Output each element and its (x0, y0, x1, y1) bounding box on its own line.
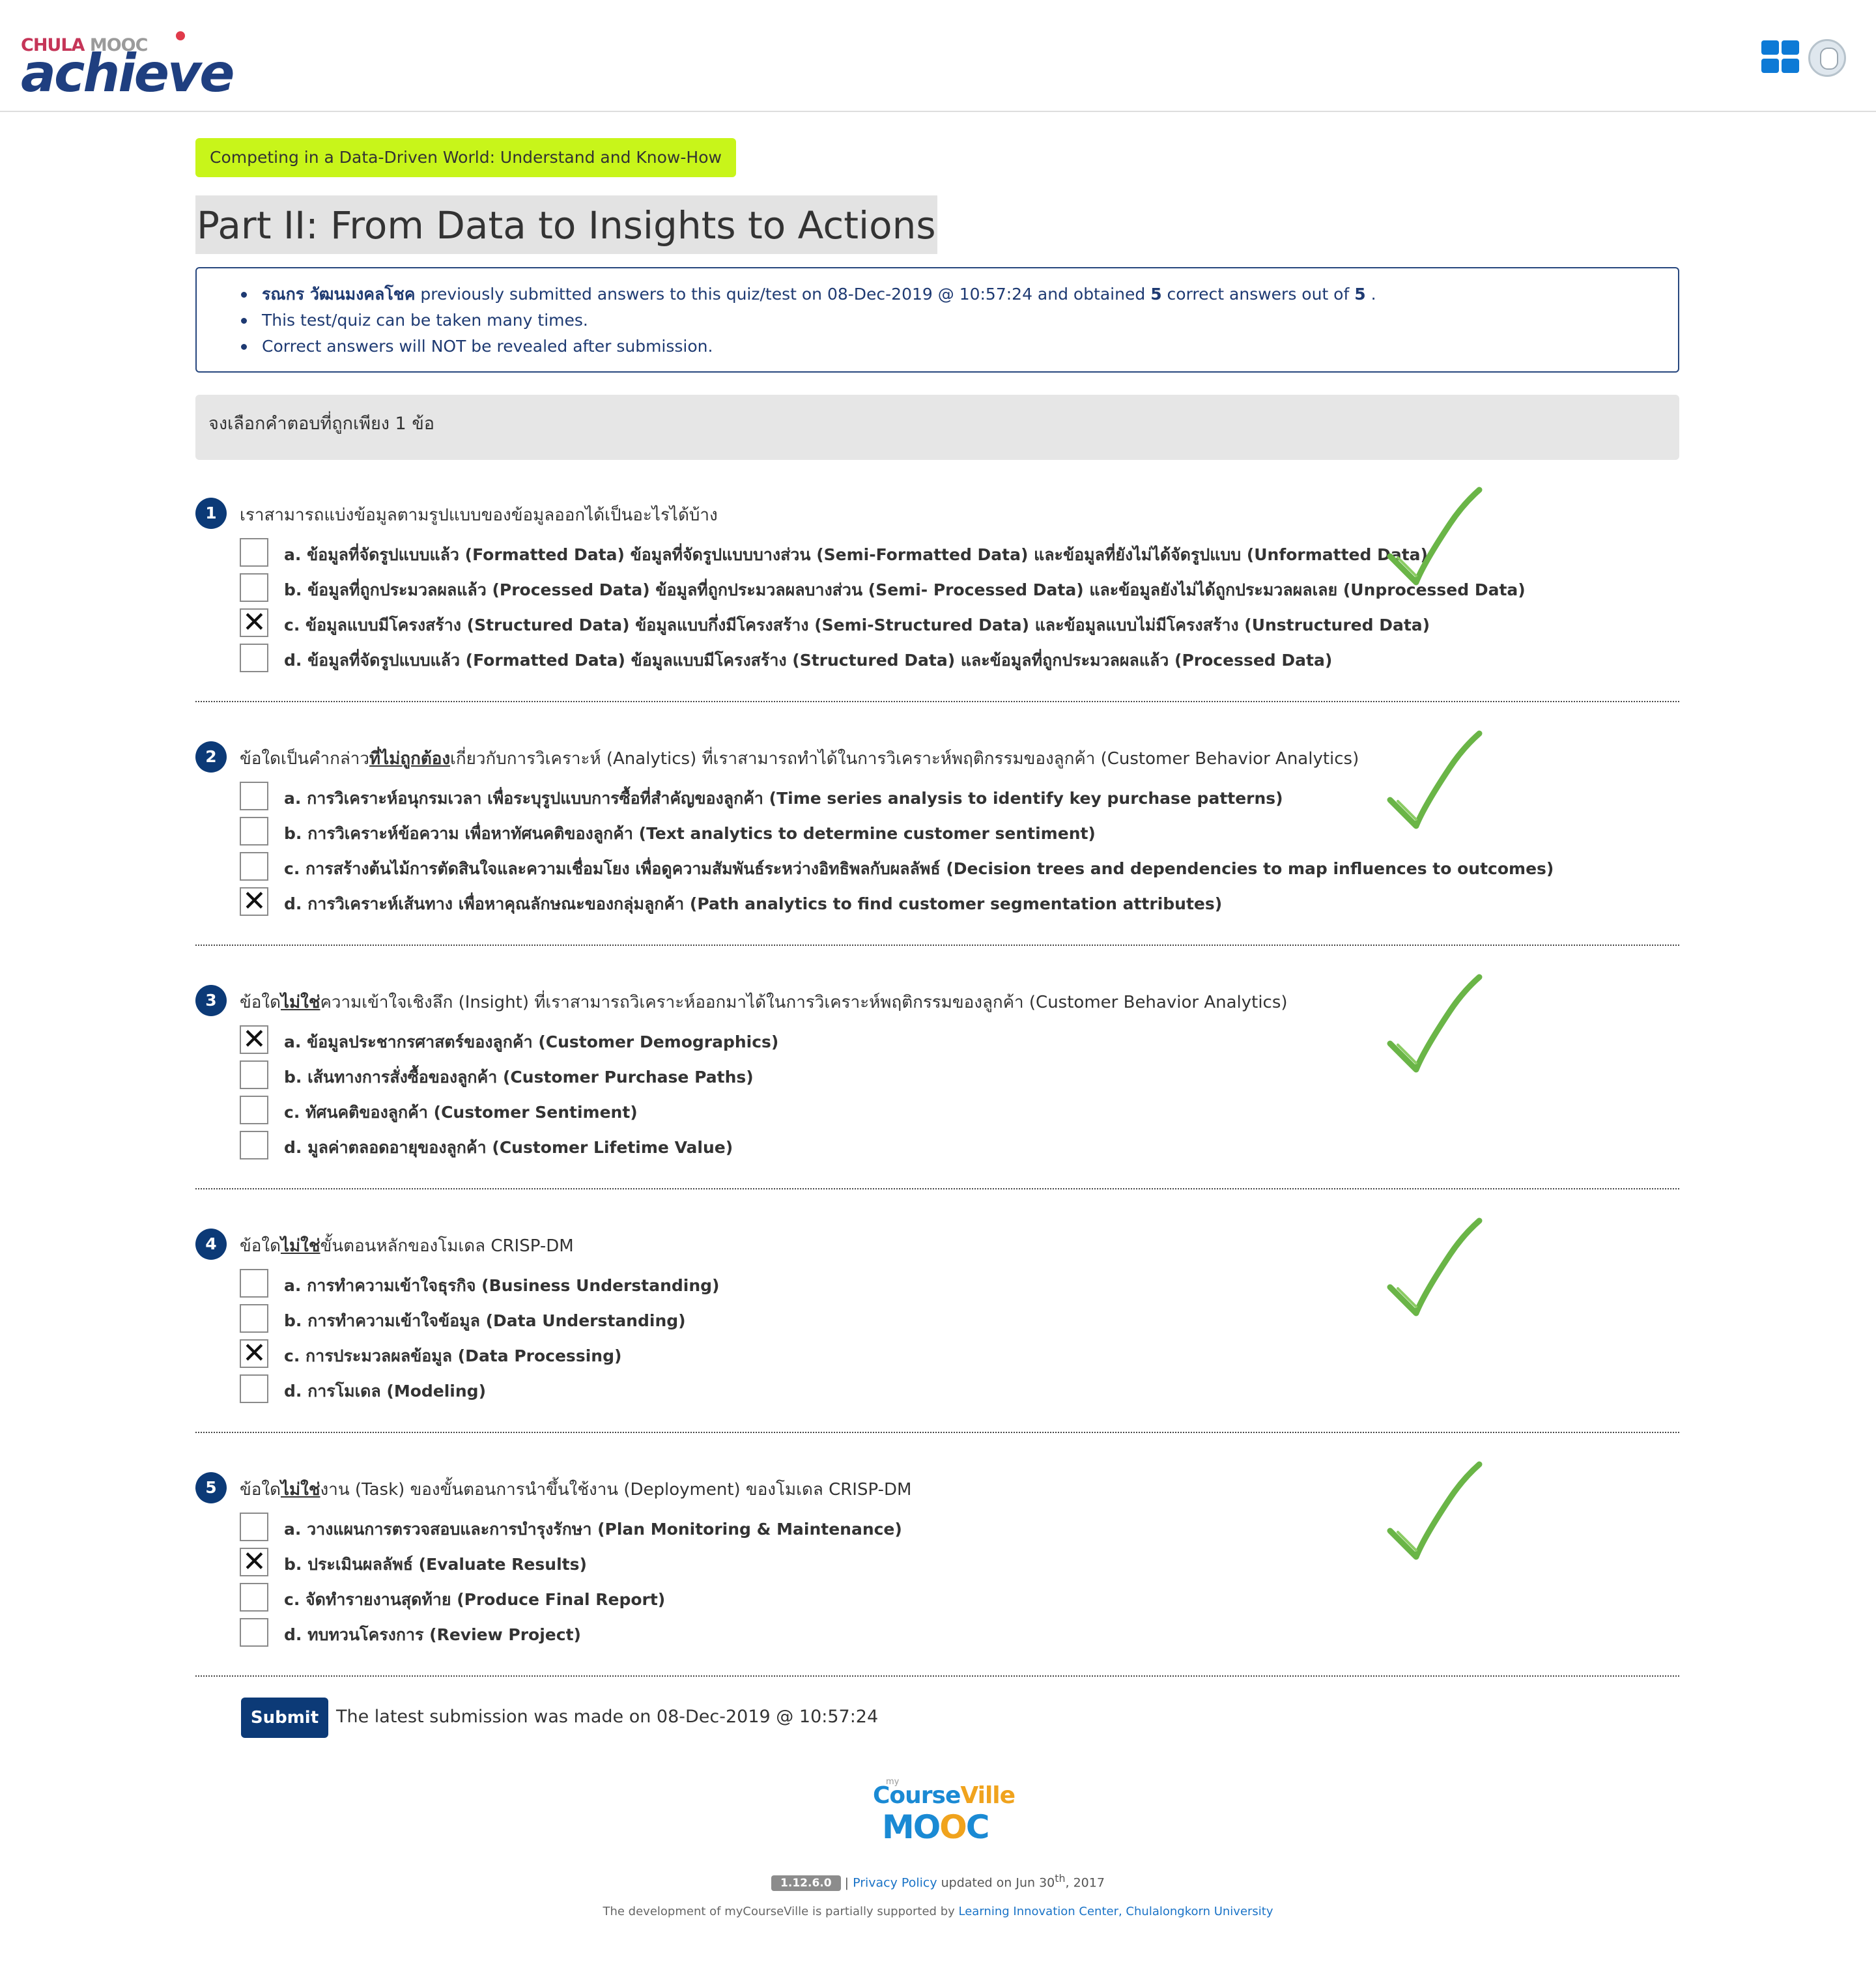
question-divider (195, 1188, 1679, 1189)
answer-choice-label: a. วางแผนการตรวจสอบและการบำรุงรักษา (Pla… (284, 1520, 902, 1539)
checkbox[interactable] (240, 1060, 268, 1089)
checkbox[interactable] (240, 1618, 268, 1647)
x-mark-icon: ✕ (242, 1337, 266, 1370)
question-number-badge: 4 (195, 1229, 227, 1260)
checkbox[interactable] (240, 817, 268, 846)
answer-choice-label: c. การสร้างต้นไม้การตัดสินใจและความเชื่อ… (284, 859, 1554, 878)
footer-support-line: The development of myCourseVille is part… (603, 1905, 1273, 1918)
submit-button[interactable]: Submit (241, 1698, 328, 1738)
x-mark-icon: ✕ (242, 1023, 266, 1056)
question-emphasis: ไม่ใช่ (280, 993, 320, 1012)
version-badge: 1.12.6.0 (771, 1875, 841, 1892)
answer-choice-label: d. ข้อมูลที่จัดรูปแบบแล้ว (Formatted Dat… (284, 651, 1333, 670)
answer-choice-label: b. ประเมินผลลัพธ์ (Evaluate Results) (284, 1555, 587, 1574)
correct-checkmark-icon (1385, 972, 1483, 1083)
info-line-previous-submission: รณกร วัฒนมงคลโชค previously submitted an… (241, 281, 1678, 307)
question-number-badge: 5 (195, 1472, 227, 1503)
top-navbar: CHULA MOOC achieve (0, 0, 1876, 112)
answer-choice-label: a. การทำความเข้าใจธุรกิจ (Business Under… (284, 1276, 720, 1295)
answer-choice-label: c. จัดทำรายงานสุดท้าย (Produce Final Rep… (284, 1590, 666, 1609)
quiz-instruction: จงเลือกคำตอบที่ถูกเพียง 1 ข้อ (195, 395, 1679, 460)
answer-choice-label: d. ทบทวนโครงการ (Review Project) (284, 1625, 581, 1644)
question-divider (195, 701, 1679, 702)
question-3: 3 ข้อใดไม่ใช่ความเข้าใจเชิงลึก (Insight) … (195, 974, 1679, 1167)
answer-choice-label: d. การโมเดล (Modeling) (284, 1382, 486, 1400)
logo-dot (176, 31, 185, 40)
checkbox[interactable] (240, 1096, 268, 1124)
checkbox[interactable] (240, 573, 268, 602)
checkbox-checked[interactable]: ✕ (240, 606, 268, 639)
correct-checkmark-icon (1385, 1459, 1483, 1570)
info-line-answers-hidden: Correct answers will NOT be revealed aft… (241, 334, 1678, 360)
checkbox[interactable] (240, 1131, 268, 1159)
question-4: 4 ข้อใดไม่ใช่ขั้นตอนหลักของโมเดล CRISP-DM… (195, 1217, 1679, 1411)
x-mark-icon: ✕ (242, 1545, 266, 1578)
question-divider (195, 945, 1679, 946)
avatar-face-icon (1820, 48, 1838, 70)
footer-version-line: 1.12.6.0 | Privacy Policy updated on Jun… (0, 1872, 1876, 1892)
question-text: ข้อใดไม่ใช่งาน (Task) ของขั้นตอนการนำขึ้… (240, 1480, 912, 1500)
question-emphasis: ไม่ใช่ (280, 1480, 320, 1500)
question-text: ข้อใดไม่ใช่ความเข้าใจเชิงลึก (Insight) ท… (240, 993, 1288, 1012)
answer-choice-label: b. การทำความเข้าใจข้อมูล (Data Understan… (284, 1311, 686, 1330)
question-number-badge: 2 (195, 741, 227, 773)
checkbox-checked[interactable]: ✕ (240, 885, 268, 918)
info-line-retake: This test/quiz can be taken many times. (241, 307, 1678, 334)
answer-choice-label: b. ข้อมูลที่ถูกประมวลผลแล้ว (Processed D… (284, 580, 1526, 599)
question-text: ข้อใดเป็นคำกล่าวที่ไม่ถูกต้องเกี่ยวกับกา… (240, 749, 1359, 769)
privacy-policy-link[interactable]: Privacy Policy (853, 1875, 937, 1890)
answer-choice-label: b. การวิเคราะห์ข้อความ เพื่อหาทัศนคติของ… (284, 824, 1096, 843)
answer-choice-label: d. มูลค่าตลอดอายุของลูกค้า (Customer Lif… (284, 1138, 733, 1157)
submission-info-box: รณกร วัฒนมงคลโชค previously submitted an… (195, 267, 1679, 373)
total-count: 5 (1354, 285, 1366, 304)
checkbox[interactable] (240, 782, 268, 810)
question-divider (195, 1432, 1679, 1433)
checkbox[interactable] (240, 852, 268, 881)
correct-checkmark-icon (1385, 1216, 1483, 1326)
latest-submission-note: The latest submission was made on 08-Dec… (336, 1707, 879, 1727)
answer-choice-label: c. ข้อมูลแบบมีโครงสร้าง (Structured Data… (284, 616, 1430, 634)
checkbox-checked[interactable]: ✕ (240, 1337, 268, 1370)
x-mark-icon: ✕ (242, 606, 266, 639)
page-title: Part II: From Data to Insights to Action… (195, 195, 937, 254)
question-divider (195, 1675, 1679, 1677)
logo-achieve-text: achieve (21, 43, 234, 104)
answer-choice-label: a. ข้อมูลที่จัดรูปแบบแล้ว (Formatted Dat… (284, 545, 1428, 564)
question-text: ข้อใดไม่ใช่ขั้นตอนหลักของโมเดล CRISP-DM (240, 1236, 574, 1256)
correct-count: 5 (1150, 285, 1162, 304)
answer-choice-label: d. การวิเคราะห์เส้นทาง เพื่อหาคุณลักษณะข… (284, 894, 1223, 913)
answer-choice-label: a. ข้อมูลประชากรศาสตร์ของลูกค้า (Custome… (284, 1032, 779, 1051)
learning-innovation-center-link[interactable]: Learning Innovation Center, Chulalongkor… (959, 1905, 1273, 1918)
chula-mooc-achieve-logo[interactable]: CHULA MOOC achieve (21, 30, 234, 104)
question-5: 5 ข้อใดไม่ใช่งาน (Task) ของขั้นตอนการนำขึ… (195, 1461, 1679, 1655)
question-emphasis: ไม่ใช่ (280, 1236, 320, 1256)
checkbox[interactable] (240, 1513, 268, 1541)
question-text: เราสามารถแบ่งข้อมูลตามรูปแบบของข้อมูลออก… (240, 505, 718, 525)
checkbox[interactable] (240, 1304, 268, 1333)
answer-choice-label: c. ทัศนคติของลูกค้า (Customer Sentiment) (284, 1103, 638, 1122)
student-name: รณกร วัฒนมงคลโชค (262, 285, 416, 304)
question-number-badge: 3 (195, 985, 227, 1016)
question-number-badge: 1 (195, 498, 227, 529)
answer-choice-label: a. การวิเคราะห์อนุกรมเวลา เพื่อระบุรูปแบ… (284, 789, 1283, 808)
question-emphasis: ที่ไม่ถูกต้อง (369, 749, 451, 769)
answer-choice-label: c. การประมวลผลข้อมูล (Data Processing) (284, 1346, 622, 1365)
user-avatar[interactable] (1808, 39, 1846, 77)
checkbox-checked[interactable]: ✕ (240, 1023, 268, 1056)
checkbox[interactable] (240, 538, 268, 567)
checkbox[interactable] (240, 644, 268, 672)
question-2: 2 ข้อใดเป็นคำกล่าวที่ไม่ถูกต้องเกี่ยวกับก… (195, 730, 1679, 924)
course-name-badge[interactable]: Competing in a Data-Driven World: Unders… (195, 138, 736, 177)
checkbox-checked[interactable]: ✕ (240, 1545, 268, 1578)
checkbox[interactable] (240, 1269, 268, 1298)
correct-checkmark-icon (1385, 728, 1483, 839)
question-1: 1 เราสามารถแบ่งข้อมูลตามรูปแบบของข้อมูลออ… (195, 487, 1679, 680)
apps-grid-icon[interactable] (1761, 40, 1802, 74)
x-mark-icon: ✕ (242, 885, 266, 918)
checkbox[interactable] (240, 1583, 268, 1612)
answer-choice-label: b. เส้นทางการสั่งซื้อของลูกค้า (Customer… (284, 1068, 754, 1087)
mycourseville-mooc-logo[interactable]: my CourseVille MOOC (866, 1773, 1016, 1846)
correct-checkmark-icon (1385, 485, 1483, 595)
checkbox[interactable] (240, 1374, 268, 1403)
